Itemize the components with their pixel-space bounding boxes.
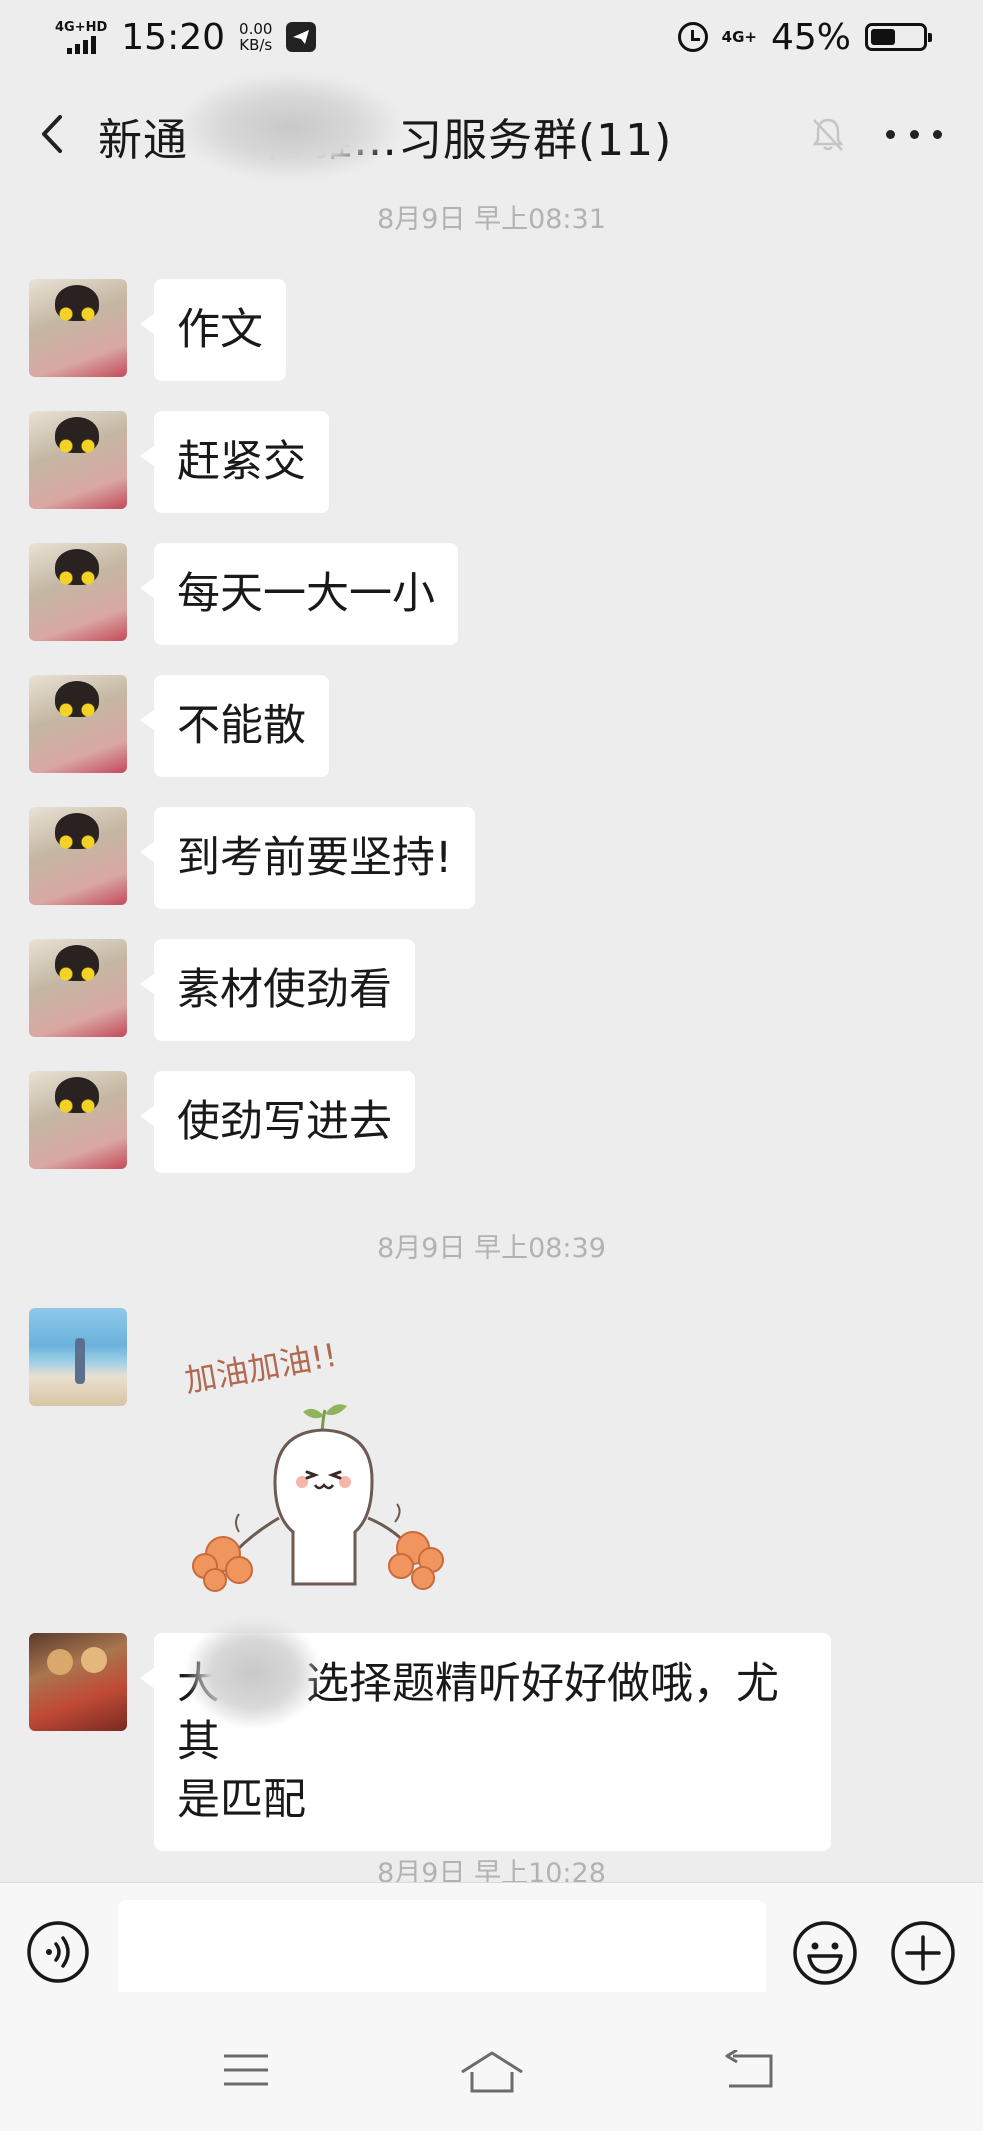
network-speed: 0.00 KB/s: [239, 21, 272, 53]
message-bubble[interactable]: 使劲写进去: [140, 1071, 415, 1173]
message-text: 不能散: [177, 701, 306, 751]
chat-header: 新通 梅雅…习服务群(11): [0, 74, 983, 196]
message-text: 赶紧交: [177, 437, 306, 487]
message-text: 到考前要坚持!: [177, 833, 453, 883]
timestamp: 8月9日 早上08:31: [377, 204, 606, 235]
voice-input-icon[interactable]: [26, 1920, 90, 1984]
network-speed-value: 0.00: [239, 20, 273, 38]
message-row: 不能散: [29, 675, 329, 777]
avatar[interactable]: [29, 1071, 127, 1169]
bell-off-icon: [812, 118, 844, 151]
home-icon[interactable]: [459, 2050, 525, 2094]
avatar[interactable]: [29, 1308, 127, 1406]
redaction-blur: [180, 74, 400, 179]
battery-percent: 45%: [770, 16, 851, 58]
more-dot-icon: [909, 129, 919, 139]
message-text: 素材使劲看: [177, 965, 392, 1015]
redaction-blur: [186, 1618, 321, 1728]
avatar[interactable]: [29, 543, 127, 641]
avatar[interactable]: [29, 279, 127, 377]
timestamp: 8月9日 早上08:39: [377, 1233, 606, 1264]
more-dot-icon: [886, 129, 895, 139]
message-text: 作文: [177, 305, 263, 355]
message-bubble[interactable]: 作文: [140, 279, 286, 381]
status-right: 4G+ 45%: [677, 16, 932, 58]
chevron-left-icon[interactable]: [30, 109, 80, 159]
message-bubble[interactable]: 到考前要坚持!: [139, 807, 476, 909]
menu-icon[interactable]: [222, 2052, 270, 2088]
chat-title-prefix: 新通: [98, 115, 188, 166]
message-row: 每天一大一小: [29, 543, 458, 645]
avatar[interactable]: [29, 1633, 127, 1731]
sticker-text: 加油加油!!: [182, 1336, 340, 1400]
back-icon[interactable]: [723, 2050, 775, 2090]
system-nav-bar: [0, 1992, 983, 2131]
alarm-icon: [677, 22, 708, 52]
message-line-2: 是匹配: [177, 1775, 306, 1825]
message-row: [29, 1308, 127, 1406]
more-options-button[interactable]: [886, 112, 942, 156]
chat-input-bar: [0, 1882, 983, 1998]
plus-circle-icon[interactable]: [890, 1920, 956, 1986]
signal-indicator: 4G+HD: [55, 21, 107, 54]
message-row: 大选择题精听好好做哦，尤其 是匹配: [29, 1633, 831, 1851]
sticker-image[interactable]: 加油加油!!: [175, 1322, 450, 1602]
message-bubble[interactable]: 素材使劲看: [140, 939, 415, 1041]
message-bubble[interactable]: 每天一大一小: [140, 543, 458, 645]
message-row: 赶紧交: [29, 411, 329, 513]
send-notification-icon: [286, 22, 317, 52]
network-type-label: 4G+HD: [55, 19, 108, 35]
message-text: 使劲写进去: [177, 1097, 392, 1147]
message-bubble[interactable]: 不能散: [140, 675, 329, 777]
clock-time: 15:20: [121, 16, 226, 58]
message-input[interactable]: [118, 1900, 766, 1998]
emoji-icon[interactable]: [792, 1920, 858, 1986]
status-left: 4G+HD 15:20 0.00 KB/s: [55, 16, 317, 58]
more-dot-icon: [933, 129, 942, 139]
message-row: 使劲写进去: [29, 1071, 415, 1173]
message-bubble[interactable]: 赶紧交: [140, 411, 329, 513]
message-row: 素材使劲看: [29, 939, 415, 1041]
network-speed-unit: KB/s: [239, 36, 273, 54]
avatar[interactable]: [29, 675, 127, 773]
network-type-right: 4G+: [721, 28, 757, 46]
avatar[interactable]: [29, 939, 127, 1037]
message-row: 作文: [29, 279, 286, 381]
avatar[interactable]: [29, 807, 127, 905]
signal-bars-icon: [66, 34, 96, 54]
battery-icon: [865, 23, 932, 51]
status-bar: 4G+HD 15:20 0.00 KB/s 4G+ 45%: [0, 0, 983, 74]
message-row: 到考前要坚持!: [29, 807, 476, 909]
message-text: 每天一大一小: [177, 569, 435, 619]
avatar[interactable]: [29, 411, 127, 509]
